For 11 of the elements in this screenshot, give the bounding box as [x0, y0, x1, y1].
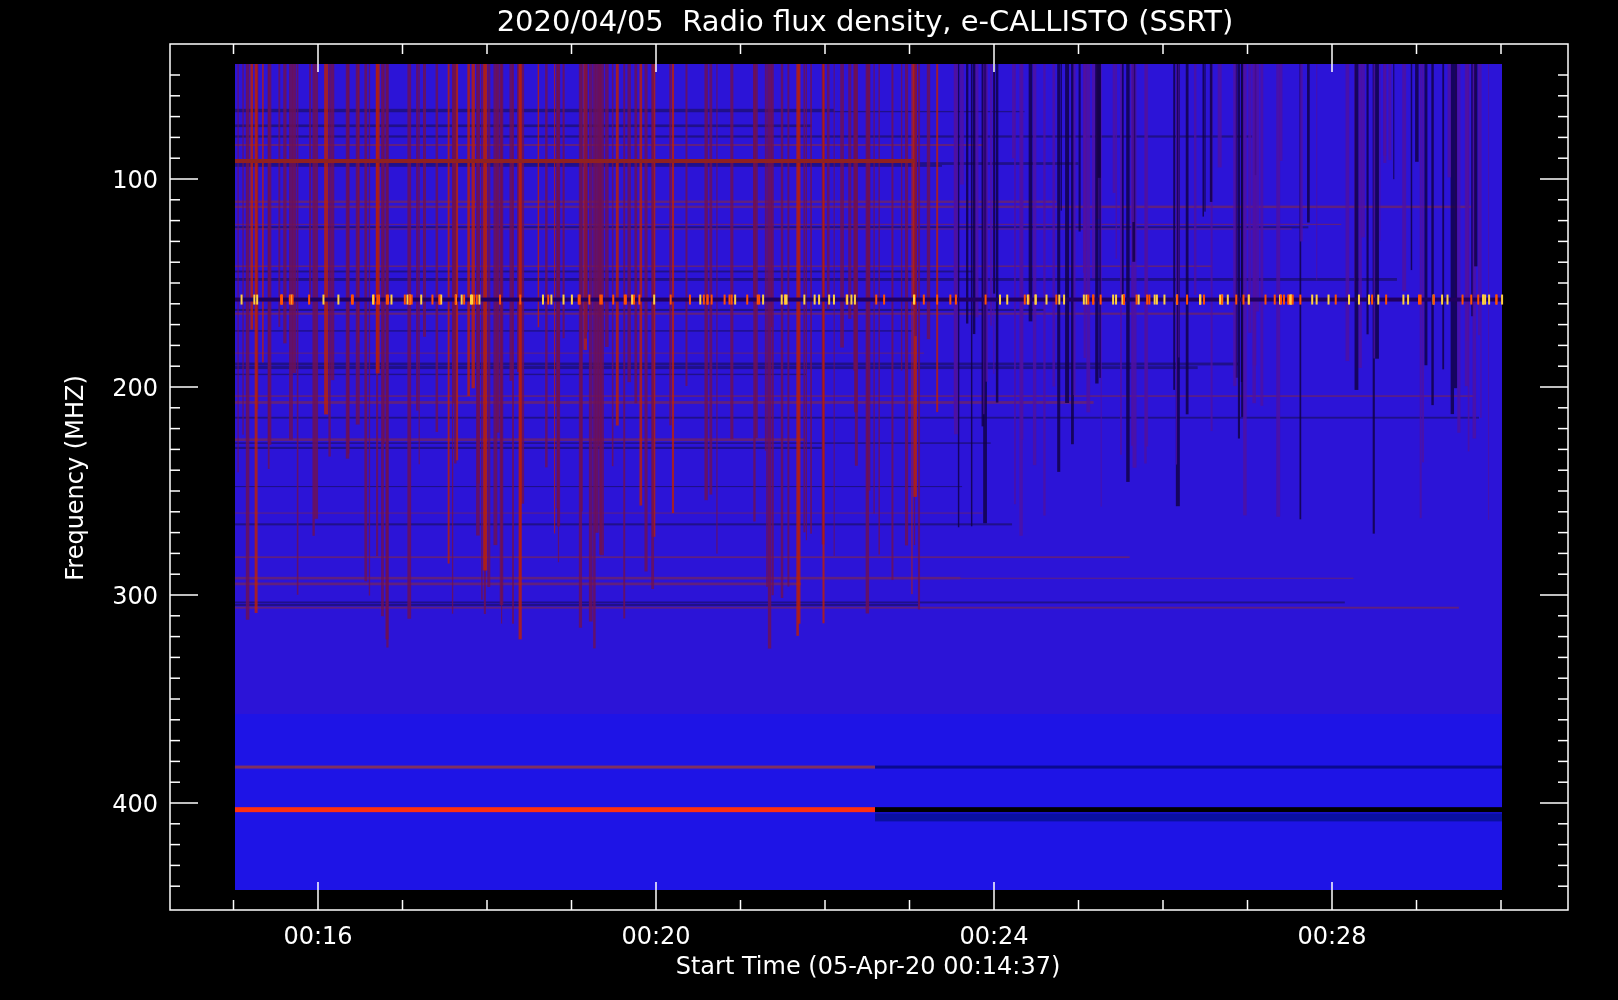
tick-label: 200	[112, 374, 158, 402]
tick-label: 100	[112, 166, 158, 194]
tick-label: 00:20	[621, 922, 691, 950]
tick-label: 300	[112, 582, 158, 610]
tick-label: 00:16	[283, 922, 353, 950]
plot-title: 2020/04/05 Radio flux density, e-CALLISTO (SSRT)	[496, 4, 1234, 38]
tick-label: 00:24	[959, 922, 1029, 950]
y-axis-label: Frequency (MHZ)	[61, 375, 89, 581]
tick-label: 400	[112, 790, 158, 818]
x-axis-label: Start Time (05-Apr-20 00:14:37)	[675, 952, 1061, 980]
tick-label: 00:28	[1297, 922, 1367, 950]
